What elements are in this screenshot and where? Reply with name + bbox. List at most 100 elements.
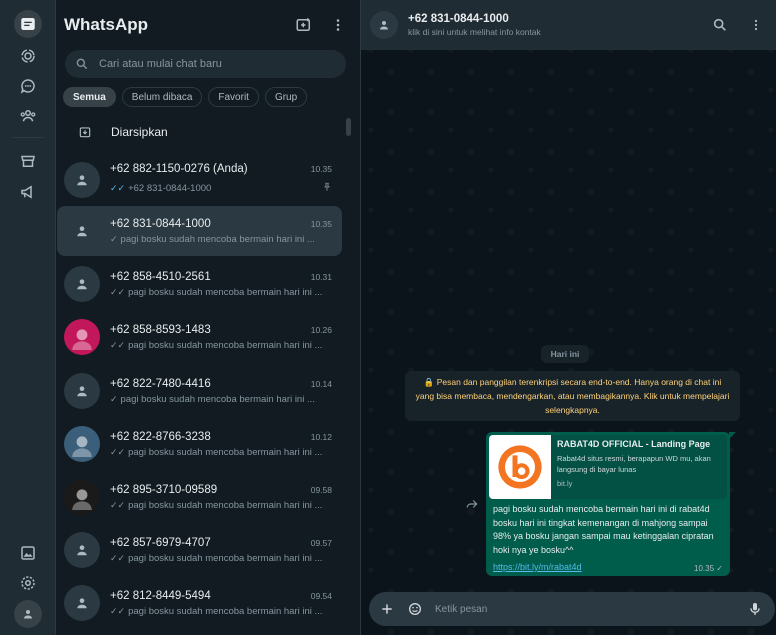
chat-avatar[interactable] <box>64 319 100 355</box>
chat-list-header: WhatsApp <box>56 0 360 50</box>
communities-nav-icon[interactable] <box>14 102 42 130</box>
chat-preview: +62 831-0844-1000 <box>128 182 212 194</box>
chat-preview: pagi bosku sudah mencoba bermain hari in… <box>128 446 323 458</box>
message-input[interactable] <box>435 603 737 615</box>
chat-row[interactable]: +62 831-0844-1000 10.35 ✓ pagi bosku sudah … <box>57 206 342 256</box>
chat-row[interactable]: +62 895-3710-09589 09.58 ✓✓ pagi bosku suda… <box>57 472 342 522</box>
new-chat-icon[interactable] <box>290 11 318 39</box>
archived-label: Diarsipkan <box>111 125 168 139</box>
link-preview-title: RABAT4D OFFICIAL - Landing Page <box>557 439 711 449</box>
attach-plus-icon[interactable] <box>373 595 401 623</box>
chat-time: 10.14 <box>310 378 332 389</box>
read-receipt-icon: ✓✓ <box>110 499 126 510</box>
link-preview-card[interactable]: RABAT4D OFFICIAL - Landing Page Rabat4d … <box>489 435 727 499</box>
channels-nav-icon[interactable] <box>14 72 42 100</box>
link-preview-description: Rabat4d situs resmi, berapapun WD mu, ak… <box>557 454 711 474</box>
status-nav-icon[interactable] <box>14 42 42 70</box>
pin-icon <box>322 179 332 197</box>
chat-name: +62 858-4510-2561 <box>110 270 211 283</box>
message-status-tick: ✓ <box>716 564 723 573</box>
chat-row[interactable]: +62 822-7480-4416 10.14 ✓ pagi bosku sudah … <box>57 366 342 416</box>
encryption-notice[interactable]: 🔒 Pesan dan panggilan terenkripsi secara… <box>405 371 740 421</box>
message-composer <box>369 592 775 626</box>
chat-name: +62 831-0844-1000 <box>110 217 211 230</box>
date-divider: Hari ini <box>541 345 589 363</box>
chat-preview: pagi bosku sudah mencoba bermain hari in… <box>128 499 323 511</box>
chat-time: 10.12 <box>310 431 332 442</box>
chat-avatar[interactable] <box>64 426 100 462</box>
chat-avatar[interactable] <box>64 162 100 198</box>
search-icon <box>76 58 88 70</box>
sticker-emoji-icon[interactable] <box>401 595 429 623</box>
search-chat-icon[interactable] <box>706 11 734 39</box>
outgoing-message[interactable]: RABAT4D OFFICIAL - Landing Page Rabat4d … <box>486 432 736 576</box>
archived-row[interactable]: Diarsipkan <box>56 114 360 150</box>
conversation-menu-icon[interactable] <box>742 11 770 39</box>
chat-row[interactable]: +62 812-8449-5494 09.54 ✓✓ pagi bosku sudah… <box>57 578 342 628</box>
microphone-icon[interactable] <box>741 595 769 623</box>
chat-preview: pagi bosku sudah mencoba bermain hari in… <box>128 605 323 617</box>
chat-avatar[interactable] <box>64 266 100 302</box>
read-receipt-icon: ✓ <box>110 233 118 244</box>
chat-name: +62 895-3710-09589 <box>110 483 218 496</box>
chat-row[interactable]: +62 822-8766-3238 10.12 ✓✓ pagi bosku sudah… <box>57 419 342 469</box>
contact-info-hint: klik di sini untuk melihat info kontak <box>408 27 541 37</box>
chat-preview: pagi bosku sudah mencoba bermain hari in… <box>128 286 323 298</box>
message-meta: 10.35 ✓ <box>694 564 723 573</box>
chat-time: 10.31 <box>310 271 332 282</box>
chat-row[interactable]: +62 882-1150-0276 (Anda) 10.35 ✓✓ +62 831-0… <box>57 155 342 205</box>
search-input[interactable] <box>99 58 319 70</box>
chat-preview: pagi bosku sudah mencoba bermain hari in… <box>128 552 323 564</box>
chat-avatar[interactable] <box>64 479 100 515</box>
conversation-panel: +62 831-0844-1000 klik di sini untuk mel… <box>361 0 776 635</box>
chat-avatar[interactable] <box>64 373 100 409</box>
chat-list-panel: WhatsApp Semua Belum dibaca Favorit Grup… <box>56 0 361 635</box>
chat-name: +62 812-8449-5494 <box>110 589 211 602</box>
chat-avatar[interactable] <box>64 213 100 249</box>
message-time: 10.35 <box>694 564 715 573</box>
chat-preview: pagi bosku sudah mencoba bermain hari in… <box>120 233 315 245</box>
link-preview-domain: bit.ly <box>557 479 573 488</box>
bubble-tail <box>729 432 736 439</box>
conversation-header[interactable]: +62 831-0844-1000 klik di sini untuk mel… <box>361 0 776 50</box>
message-text: pagi bosku sudah mencoba bermain hari in… <box>493 504 714 555</box>
chat-name: +62 857-6979-4707 <box>110 536 211 549</box>
chat-name: +62 882-1150-0276 (Anda) <box>110 163 248 175</box>
contact-avatar[interactable] <box>370 11 398 39</box>
rail-divider <box>12 137 44 138</box>
filter-chip-favorites[interactable]: Favorit <box>208 87 259 107</box>
filter-chip-groups[interactable]: Grup <box>264 87 308 107</box>
chat-time: 09.57 <box>310 537 332 548</box>
nav-rail <box>0 0 56 635</box>
forward-icon[interactable] <box>465 497 481 513</box>
chat-name: +62 822-8766-3238 <box>110 430 211 443</box>
announcement-icon[interactable] <box>14 178 42 206</box>
contact-name[interactable]: +62 831-0844-1000 <box>408 13 541 25</box>
chat-name: +62 822-7480-4416 <box>110 377 211 390</box>
profile-avatar[interactable] <box>14 600 42 628</box>
chat-time: 10.35 <box>310 164 332 174</box>
chat-row[interactable]: +62 858-8593-1483 10.26 ✓✓ pagi bosku sudah… <box>57 312 342 362</box>
chat-name: +62 858-8593-1483 <box>110 323 211 336</box>
filter-chips: Semua Belum dibaca Favorit Grup <box>56 78 360 114</box>
message-link[interactable]: https://bit.ly/m/rabat4d <box>489 562 582 572</box>
chat-avatar[interactable] <box>64 585 100 621</box>
link-preview-logo <box>489 435 551 499</box>
read-receipt-icon: ✓✓ <box>110 605 126 616</box>
chat-row[interactable]: +62 857-6979-4707 09.57 ✓✓ pagi bosku sudah… <box>57 525 342 575</box>
read-receipt-icon: ✓✓ <box>110 286 126 297</box>
filter-chip-unread[interactable]: Belum dibaca <box>121 87 203 107</box>
business-tools-icon[interactable] <box>14 147 42 175</box>
media-gallery-icon[interactable] <box>14 539 42 567</box>
chat-avatar[interactable] <box>64 532 100 568</box>
settings-gear-icon[interactable] <box>14 569 42 597</box>
app-title: WhatsApp <box>64 15 149 34</box>
filter-chip-all[interactable]: Semua <box>63 87 116 107</box>
chat-row[interactable]: +62 858-4510-2561 10.31 ✓✓ pagi bosku sudah… <box>57 259 342 309</box>
chat-preview: pagi bosku sudah mencoba bermain hari in… <box>120 393 315 405</box>
menu-kebab-icon[interactable] <box>324 11 352 39</box>
chats-nav-icon[interactable] <box>14 10 42 38</box>
read-receipt-icon: ✓✓ <box>110 182 126 193</box>
search-box[interactable] <box>65 50 346 78</box>
chat-list-scrollbar[interactable] <box>346 118 351 136</box>
